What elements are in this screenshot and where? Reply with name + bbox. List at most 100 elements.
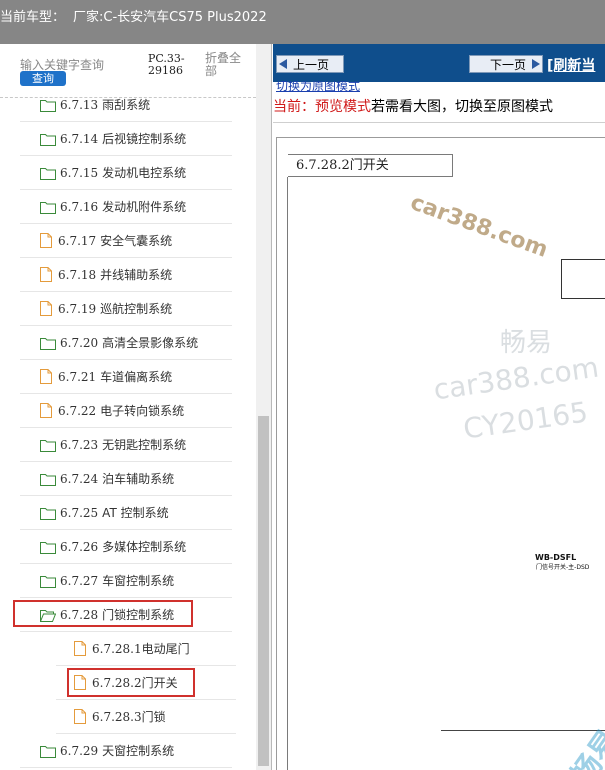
tree-item-label: 电动尾门 — [141, 642, 190, 656]
switch-original-mode-link[interactable]: 切换为原图模式 — [276, 81, 360, 93]
file-icon — [40, 403, 52, 418]
nav-bar: 上一页 下一页 [刷新当 — [273, 44, 605, 82]
tree-item-label: 安全气囊系统 — [100, 234, 173, 248]
tree-item-label: 并线辅助系统 — [100, 268, 173, 282]
folder-icon — [40, 167, 56, 180]
tree-item-number: 6.7.22 — [58, 403, 97, 418]
current-vehicle: 当前车型： 厂家:C-长安汽车CS75 Plus2022 — [0, 6, 275, 25]
diagram-border-line — [287, 177, 288, 770]
prev-page-label: 上一页 — [293, 57, 330, 72]
connector-label: WB-DSFL — [535, 553, 577, 562]
diagram-frame — [276, 137, 605, 770]
tree-item[interactable]: 6.7.25 AT 控制系统 — [20, 496, 232, 530]
app-window: 当前车型： 厂家:C-长安汽车CS75 Plus2022 输入关键字查询 查询 P… — [0, 0, 605, 770]
folder-icon — [40, 99, 56, 112]
tree-item[interactable]: 6.7.13 雨刮系统 — [20, 88, 232, 122]
folder-icon — [40, 133, 56, 146]
mode-status: 当前：预览模式若需看大图，切换至原图模式 — [273, 96, 553, 116]
pc-code: PC.33-29186 — [148, 52, 185, 77]
folder-icon — [40, 507, 56, 520]
tree-item[interactable]: 6.7.19 巡航控制系统 — [20, 292, 232, 326]
file-icon — [74, 641, 86, 656]
tree-item[interactable]: 6.7.26 多媒体控制系统 — [20, 530, 232, 564]
tree-item[interactable]: 6.7.22 电子转向锁系统 — [20, 394, 232, 428]
diagram-component-box — [561, 259, 605, 299]
tree-item-label: 车窗控制系统 — [102, 574, 175, 588]
tree-item-number: 6.7.20 — [60, 335, 99, 350]
folder-icon — [40, 745, 56, 758]
folder-icon — [40, 439, 56, 452]
tree-scrollbar-thumb[interactable] — [258, 416, 269, 766]
tree-item-label: AT 控制系统 — [102, 506, 169, 520]
connector-sublabel: 门信号开关-主-DSD — [536, 564, 590, 571]
tree-item[interactable]: 6.7.24 泊车辅助系统 — [20, 462, 232, 496]
tree-item-number: 6.7.26 — [60, 539, 99, 554]
diagram-title: 6.7.28.2门开关 — [288, 154, 453, 177]
tree-item-number: 6.7.15 — [60, 165, 99, 180]
file-icon — [40, 267, 52, 282]
file-icon — [74, 709, 86, 724]
tree-item-number: 6.7.19 — [58, 301, 97, 316]
tree-item-label: 无钥匙控制系统 — [102, 438, 187, 452]
tree-item-number: 6.7.29 — [60, 743, 99, 758]
tree-item-label: 电子转向锁系统 — [100, 404, 185, 418]
tree-item-number: 6.7.28.3 — [92, 709, 142, 724]
tree-item-label: 雨刮系统 — [102, 98, 151, 112]
tree-item-label: 天窗控制系统 — [102, 744, 175, 758]
query-button[interactable]: 查询 — [20, 71, 66, 86]
tree-item[interactable]: 6.7.17 安全气囊系统 — [20, 224, 232, 258]
tree-item-number: 6.7.17 — [58, 233, 97, 248]
current-vehicle-value: 厂家:C-长安汽车CS75 Plus2022 — [73, 10, 267, 25]
prev-page-button[interactable]: 上一页 — [276, 55, 344, 73]
tree-item-label: 门锁 — [141, 710, 166, 724]
arrow-left-icon — [279, 59, 287, 69]
divider — [273, 122, 605, 123]
tree-scrollbar[interactable] — [256, 44, 271, 770]
tree-item-label: 高清全景影像系统 — [102, 336, 199, 350]
right-panel: 上一页 下一页 [刷新当 切换为原图模式 当前：预览模式若需看大图，切换至原图模… — [273, 44, 605, 770]
next-page-button[interactable]: 下一页 — [469, 55, 543, 73]
tree-item[interactable]: 6.7.28.1 电动尾门 — [56, 632, 236, 666]
tree-item[interactable]: 6.7.15 发动机电控系统 — [20, 156, 232, 190]
tree-item-label: 发动机电控系统 — [102, 166, 187, 180]
folder-icon — [40, 541, 56, 554]
tree-item-label: 巡航控制系统 — [100, 302, 173, 316]
current-mode: 预览模式 — [315, 99, 371, 115]
highlight-box-6-7-28 — [13, 600, 193, 627]
tree-item[interactable]: 6.7.21 车道偏离系统 — [20, 360, 232, 394]
tree-item-label: 泊车辅助系统 — [102, 472, 175, 486]
tree-item-number: 6.7.28.1 — [92, 641, 142, 656]
tree-item-number: 6.7.25 — [60, 505, 99, 520]
tree-item[interactable]: 6.7.27 车窗控制系统 — [20, 564, 232, 598]
file-icon — [40, 369, 52, 384]
tree-item-label: 后视镜控制系统 — [102, 132, 187, 146]
tree-item[interactable]: 6.7.28.3 门锁 — [56, 700, 236, 734]
file-icon — [40, 233, 52, 248]
collapse-all-button[interactable]: 折叠全部 — [205, 52, 245, 78]
next-page-label: 下一页 — [489, 57, 526, 72]
tree-item-label: 车道偏离系统 — [100, 370, 173, 384]
tree-item-label: 发动机附件系统 — [102, 200, 187, 214]
folder-icon — [40, 337, 56, 350]
diagram-wire-line — [441, 730, 605, 731]
tree-item[interactable]: 6.7.23 无钥匙控制系统 — [20, 428, 232, 462]
tree-item[interactable]: 6.7.29 天窗控制系统 — [20, 734, 232, 768]
refresh-link[interactable]: [刷新当 — [547, 55, 595, 75]
tree-item-number: 6.7.21 — [58, 369, 97, 384]
left-panel: 输入关键字查询 查询 PC.33-29186 折叠全部 6.7.13 雨刮系统 6.… — [0, 44, 272, 770]
tree-item-number: 6.7.27 — [60, 573, 99, 588]
folder-icon — [40, 575, 56, 588]
tree-item[interactable]: 6.7.16 发动机附件系统 — [20, 190, 232, 224]
highlight-box-6-7-28-2 — [67, 668, 195, 697]
tree-item-number: 6.7.16 — [60, 199, 99, 214]
tree-item-number: 6.7.24 — [60, 471, 99, 486]
watermark-cn: 畅易 — [500, 328, 553, 358]
tree-item-number: 6.7.23 — [60, 437, 99, 452]
tree-item[interactable]: 6.7.18 并线辅助系统 — [20, 258, 232, 292]
tree-item[interactable]: 6.7.14 后视镜控制系统 — [20, 122, 232, 156]
tree-item-label: 多媒体控制系统 — [102, 540, 187, 554]
tree-item-number: 6.7.18 — [58, 267, 97, 282]
current-label: 当前： — [273, 99, 315, 115]
tree-item[interactable]: 6.7.20 高清全景影像系统 — [20, 326, 232, 360]
current-vehicle-label: 当前车型： — [0, 10, 66, 25]
